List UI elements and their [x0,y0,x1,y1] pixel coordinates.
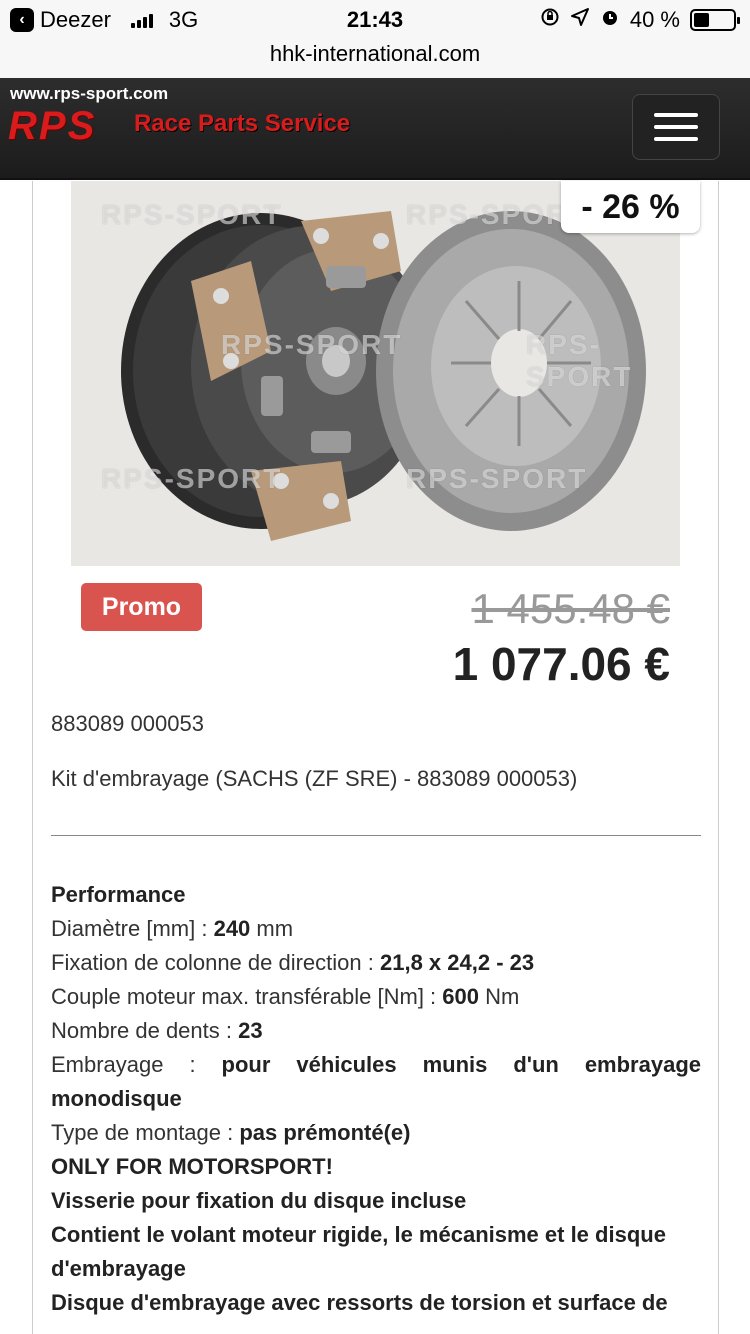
hamburger-icon-bar [654,125,698,129]
spec-note-screws: Visserie pour fixation du disque incluse [51,1188,467,1213]
old-price: 1 455.48 € [471,585,670,632]
product-card: RPS-SPORT RPS-SPORT RPS-SPORT RPS-SPORT … [32,181,719,1334]
watermark: RPS-SPORT [406,463,588,494]
site-logo[interactable]: RPS [8,104,96,149]
specs-heading: Performance [51,882,186,907]
spec-torque: Couple moteur max. transférable [Nm] : 6… [51,984,520,1009]
url-domain[interactable]: hhk-international.com [270,41,480,66]
site-url[interactable]: www.rps-sport.com [10,84,168,104]
promo-badge: Promo [81,583,202,631]
divider [51,835,701,836]
spec-diameter: Diamètre [mm] : 240 mm [51,916,294,941]
spec-note-contents: Contient le volant moteur rigide, le méc… [51,1222,666,1281]
spec-note-disc: Disque d'embrayage avec ressorts de tors… [51,1290,668,1315]
product-image[interactable]: RPS-SPORT RPS-SPORT RPS-SPORT RPS-SPORT … [71,181,680,566]
watermark: RPS-SPORT [221,329,403,360]
battery-percent: 40 % [629,7,680,32]
spec-teeth: Nombre de dents : 23 [51,1018,263,1043]
spec-steering: Fixation de colonne de direction : 21,8 … [51,950,535,975]
location-icon [570,7,590,33]
battery-icon [690,9,740,31]
watermark: RPS-SPORT [526,329,633,392]
spec-mount: Type de montage : pas prémonté(e) [51,1120,411,1145]
site-tagline: Race Parts Service [134,110,351,137]
watermark: RPS-SPORT [101,199,283,230]
spec-clutch: Embrayage : pour véhicules munis d'un em… [51,1052,701,1111]
hamburger-icon-bar [654,113,698,117]
hamburger-menu-button[interactable] [632,94,720,160]
status-right: 40 % [540,7,740,33]
rotation-lock-icon [540,7,560,33]
product-title: Kit d'embrayage (SACHS (ZF SRE) - 883089… [51,766,578,791]
product-reference: 883089 000053 [51,711,204,736]
site-header: www.rps-sport.com RPS Race Parts Service [0,78,750,180]
watermark: RPS-SPORT [101,463,283,494]
current-price: 1 077.06 € [452,638,670,690]
hamburger-icon-bar [654,137,698,141]
url-bar[interactable]: hhk-international.com [0,40,750,78]
discount-badge: - 26 % [561,181,700,233]
alarm-icon [600,7,620,33]
product-specs: Performance Diamètre [mm] : 240 mm Fixat… [51,878,701,1320]
status-bar: ‹ Deezer 3G 21:43 40 % [0,0,750,40]
spec-note-motorsport: ONLY FOR MOTORSPORT! [51,1154,333,1179]
